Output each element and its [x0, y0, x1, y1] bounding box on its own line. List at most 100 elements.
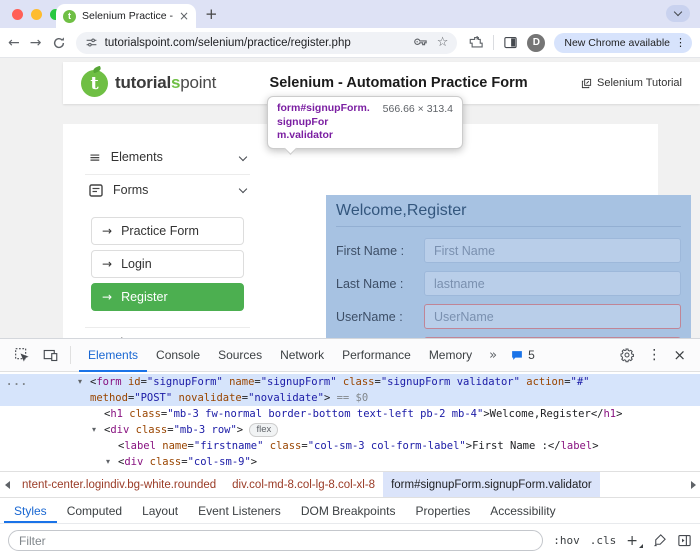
code-token: >	[251, 456, 257, 468]
code-line[interactable]: method="POST" novalidate="novalidate"> =…	[0, 390, 700, 406]
browser-tab[interactable]: t Selenium Practice - Register ×	[56, 4, 196, 28]
code-token: "col-sm-9"	[188, 456, 251, 468]
code-token: >	[324, 392, 337, 404]
back-button[interactable]: ←	[8, 35, 20, 51]
breadcrumb-scroll-right[interactable]	[686, 472, 700, 497]
sidebar-item-elements[interactable]: ≡ Elements	[85, 142, 250, 175]
form-row: First Name :	[336, 238, 681, 263]
breadcrumb-item[interactable]: form#signupForm.signupForm.validator	[383, 472, 600, 497]
code-token: class	[123, 408, 161, 420]
code-token: label	[124, 440, 156, 452]
line-options-icon[interactable]: ...	[6, 374, 28, 390]
code-token: </	[548, 440, 561, 452]
issues-count: 5	[528, 348, 535, 362]
reload-button[interactable]	[51, 35, 65, 51]
side-panel-icon[interactable]	[503, 35, 518, 50]
code-line[interactable]: ▾<div class="col-sm-9">	[0, 454, 700, 470]
tab-search-button[interactable]	[666, 5, 690, 22]
close-window-button[interactable]	[12, 9, 23, 20]
devtools-tab-network[interactable]: Network	[271, 339, 333, 372]
site-settings-icon[interactable]	[85, 36, 98, 49]
lastname-field[interactable]	[424, 271, 681, 296]
password-key-icon[interactable]	[413, 35, 428, 50]
devtools-tab-sources[interactable]: Sources	[209, 339, 271, 372]
code-line[interactable]: <h1 class="mb-3 fw-normal border-bottom …	[0, 406, 700, 422]
toggle-hover-state-button[interactable]: :hov	[553, 534, 580, 547]
styles-filter-input[interactable]	[8, 530, 543, 551]
code-line[interactable]: <label name="firstname" class="col-sm-3 …	[0, 438, 700, 454]
devtools-menu-icon[interactable]: ⋮	[647, 347, 661, 363]
code-line[interactable]: ...▾<form id="signupForm" name="signupFo…	[0, 374, 700, 390]
devtools-breadcrumbs: ntent-center.logindiv.bg-white.roundeddi…	[0, 471, 700, 497]
code-token: label	[561, 440, 593, 452]
form-row: Last Name :	[336, 271, 681, 296]
code-token: div	[124, 456, 143, 468]
devtools-tab-performance[interactable]: Performance	[333, 339, 420, 372]
code-token: novalidate	[172, 392, 242, 404]
styles-tab-styles[interactable]: Styles	[4, 498, 57, 523]
sidebar-link-practice-form[interactable]: →Practice Form	[91, 217, 244, 245]
url-text[interactable]: tutorialspoint.com/selenium/practice/reg…	[105, 37, 406, 49]
settings-gear-icon[interactable]	[619, 347, 635, 363]
issues-counter[interactable]: 5	[505, 348, 540, 362]
code-token: flex	[249, 423, 278, 437]
code-token: "signupForm validator"	[381, 376, 520, 388]
triangle-left-icon	[5, 481, 10, 489]
selenium-tutorial-link[interactable]: Selenium Tutorial	[581, 77, 682, 89]
styles-tab-dom-breakpoints[interactable]: DOM Breakpoints	[291, 498, 406, 523]
new-tab-button[interactable]: +	[205, 5, 218, 23]
code-token: id	[122, 376, 141, 388]
sidebar-item-forms[interactable]: Forms	[85, 175, 250, 207]
forward-button[interactable]: →	[30, 35, 42, 51]
styles-tab-event-listeners[interactable]: Event Listeners	[188, 498, 291, 523]
arrow-right-icon: →	[102, 290, 112, 304]
inspect-element-button[interactable]	[10, 343, 34, 367]
chrome-update-chip[interactable]: New Chrome available ⋮	[554, 33, 692, 53]
tab-close-icon[interactable]: ×	[179, 9, 189, 23]
sidebar-item-alerts[interactable]: Alerts, Frames & Windows	[85, 327, 250, 338]
profile-avatar[interactable]: D	[527, 34, 545, 52]
devtools-tab-console[interactable]: Console	[147, 339, 209, 372]
styles-tab-accessibility[interactable]: Accessibility	[480, 498, 565, 523]
breadcrumb-item[interactable]: div.col-md-8.col-lg-8.col-xl-8	[224, 472, 383, 497]
more-panels-icon[interactable]: »	[485, 348, 501, 363]
toggle-sidebar-icon[interactable]	[677, 533, 692, 548]
expand-arrow-icon[interactable]: ▾	[92, 422, 104, 438]
extensions-icon[interactable]	[469, 35, 484, 50]
devtools-tab-elements[interactable]: Elements	[79, 339, 147, 372]
brand-text: tutorialspoint	[115, 73, 216, 93]
new-style-rule-button[interactable]: +	[626, 533, 642, 549]
username-field[interactable]	[424, 304, 681, 329]
browser-menu-icon[interactable]: ⋮	[675, 36, 686, 49]
toggle-class-button[interactable]: .cls	[590, 534, 617, 547]
expand-arrow-icon[interactable]: ▾	[106, 454, 118, 470]
breadcrumb-scroll-left[interactable]	[0, 472, 14, 497]
selenium-tutorial-label: Selenium Tutorial	[597, 77, 682, 89]
inspect-cursor-icon	[14, 347, 30, 363]
expand-arrow-icon[interactable]: ▾	[78, 374, 90, 390]
window-controls[interactable]	[12, 9, 61, 20]
tab-favicon-icon: t	[63, 10, 76, 23]
breadcrumb-item[interactable]: ntent-center.logindiv.bg-white.rounded	[14, 472, 224, 497]
code-token: First Name :	[472, 440, 548, 452]
code-token: >	[592, 440, 598, 452]
sidebar-link-register[interactable]: →Register	[91, 283, 244, 311]
rendering-brush-icon[interactable]	[652, 533, 667, 548]
code-token: >	[616, 408, 622, 420]
styles-tab-computed[interactable]: Computed	[57, 498, 132, 523]
device-toolbar-button[interactable]	[38, 343, 62, 367]
styles-tab-properties[interactable]: Properties	[406, 498, 481, 523]
breadcrumb-spacer	[600, 472, 686, 497]
bookmark-star-icon[interactable]: ☆	[437, 35, 449, 50]
devtools-close-icon[interactable]: ×	[673, 346, 686, 364]
address-bar[interactable]: tutorialspoint.com/selenium/practice/reg…	[76, 32, 458, 54]
sidebar-link-login[interactable]: →Login	[91, 250, 244, 278]
code-line[interactable]: ▾<div class="mb-3 row"> flex	[0, 422, 700, 438]
code-token: "firstname"	[194, 440, 264, 452]
form-links: →Practice Form →Login →Register	[85, 207, 250, 320]
first-name-field[interactable]	[424, 238, 681, 263]
minimize-window-button[interactable]	[31, 9, 42, 20]
devtools-tab-memory[interactable]: Memory	[420, 339, 481, 372]
styles-tab-layout[interactable]: Layout	[132, 498, 188, 523]
tutorialspoint-logo[interactable]: t tutorialspoint	[81, 70, 216, 97]
